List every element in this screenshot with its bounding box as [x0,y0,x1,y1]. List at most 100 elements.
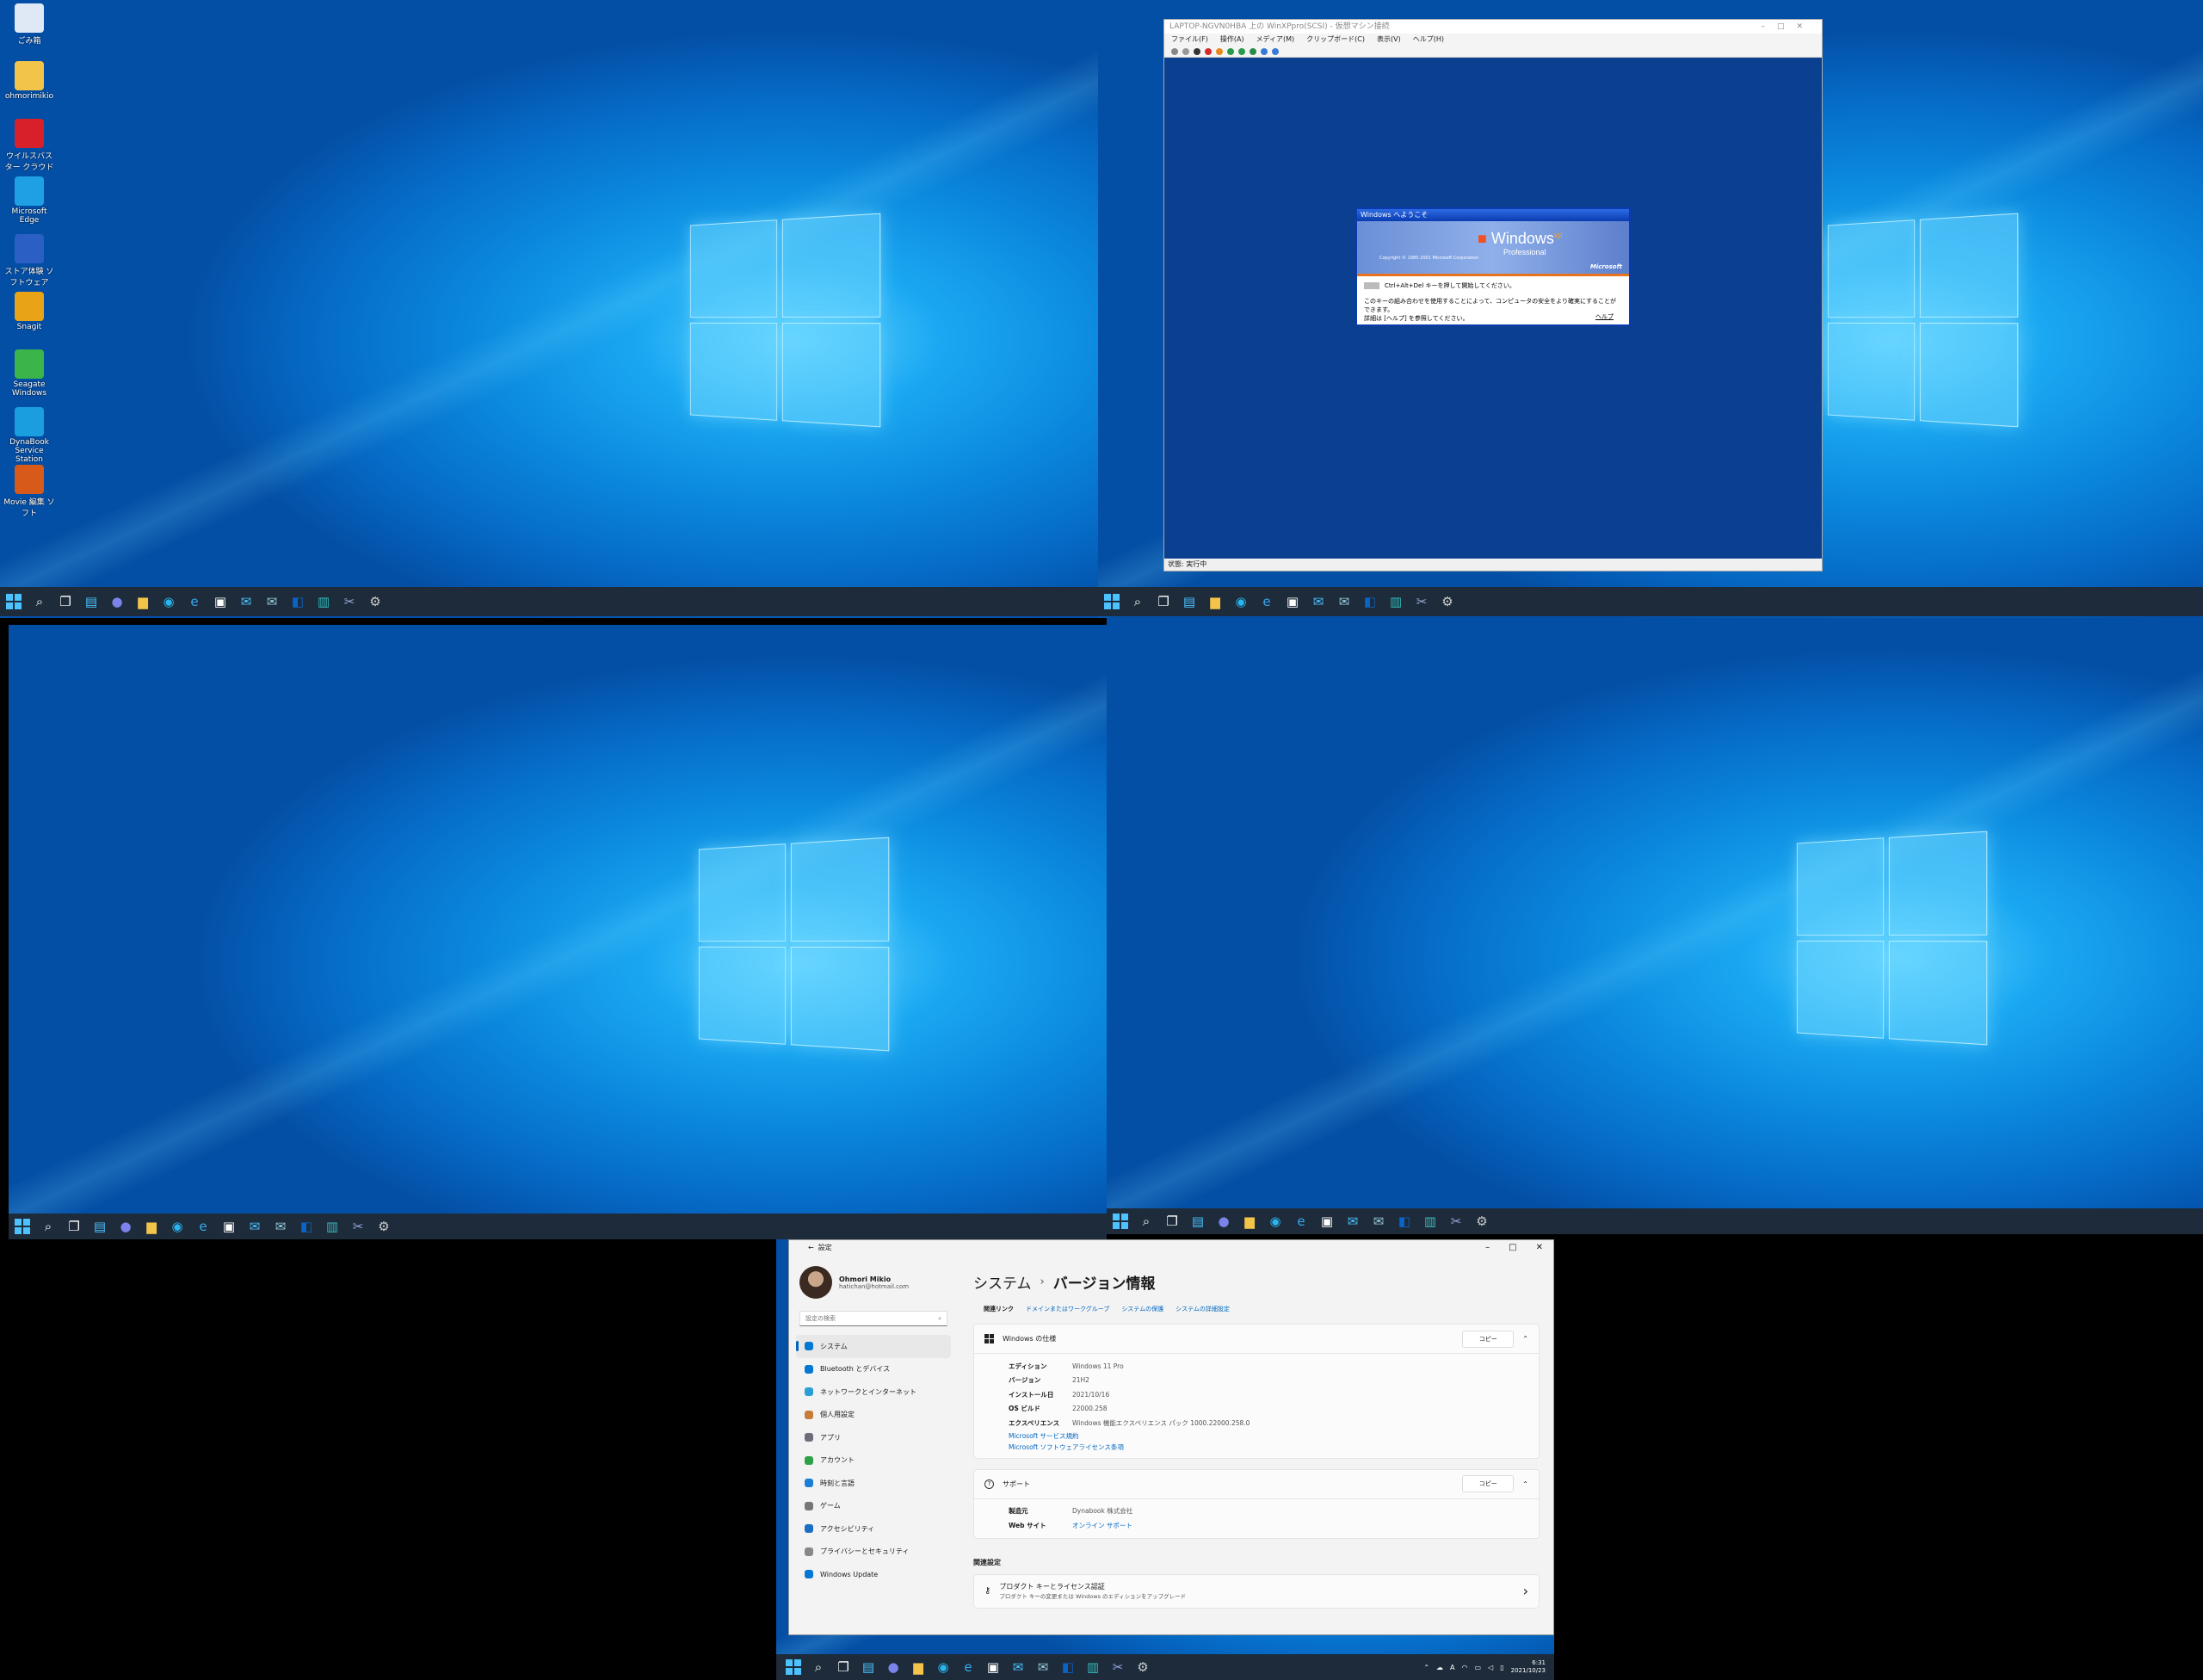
edge-icon[interactable]: ◉ [160,593,177,610]
link-advanced-system[interactable]: システムの詳細設定 [1176,1305,1230,1313]
outlook-icon[interactable]: ◧ [1059,1658,1077,1676]
desktop-icon[interactable]: ストア体験 ソフトウェア [3,234,55,287]
maximize-button[interactable]: □ [1509,1240,1516,1256]
chat-icon[interactable]: ● [108,593,126,610]
store-icon[interactable]: ▣ [1318,1213,1336,1230]
snip-icon[interactable]: ✂ [1447,1213,1465,1230]
wifi-icon[interactable]: ◠ [1462,1664,1468,1671]
settings-icon[interactable]: ⚙ [375,1218,392,1235]
sidebar-item[interactable]: アプリ [796,1426,951,1449]
chat-icon[interactable]: ● [117,1218,134,1235]
store-icon[interactable]: ▣ [212,593,229,610]
widgets-icon[interactable]: ▤ [83,593,100,610]
search-input[interactable]: 設定の検索 ⌕ [799,1311,947,1326]
start-button[interactable] [1103,593,1120,610]
vm-menu-item[interactable]: ファイル(F) [1171,34,1208,46]
ie-icon[interactable]: e [960,1658,977,1676]
mail-alt-icon[interactable]: ✉ [1370,1213,1387,1230]
breadcrumb-parent[interactable]: システム [973,1271,1032,1293]
file-explorer-icon[interactable]: ▆ [910,1658,927,1676]
app-icon[interactable]: ▥ [324,1218,341,1235]
sidebar-item[interactable]: 時刻と言語 [796,1472,951,1495]
file-explorer-icon[interactable]: ▆ [1241,1213,1258,1230]
store-icon[interactable]: ▣ [1284,593,1301,610]
vm-screen[interactable]: Windows へようこそ ■ Windowsxp Professional Co… [1164,58,1822,559]
widgets-icon[interactable]: ▤ [860,1658,877,1676]
sidebar-item[interactable]: ネットワークとインターネット [796,1380,951,1404]
sidebar-item[interactable]: プライバシーとセキュリティ [796,1541,951,1564]
mail-alt-icon[interactable]: ✉ [1336,593,1353,610]
chat-icon[interactable]: ● [885,1658,902,1676]
app-icon[interactable]: ▥ [1084,1658,1102,1676]
search-icon[interactable]: ⌕ [810,1658,827,1676]
ie-icon[interactable]: e [186,593,203,610]
settings-icon[interactable]: ⚙ [1439,593,1456,610]
vm-menu-item[interactable]: クリップボード(C) [1306,34,1365,46]
desktop-icon[interactable]: Seagate Windows [3,349,55,398]
task-view-icon[interactable]: ❐ [1155,593,1172,610]
settings-title-bar[interactable]: ← 設定 – □ ✕ [789,1240,1553,1256]
shutdown-icon[interactable] [1205,47,1212,55]
turnoff-icon[interactable] [1194,47,1200,55]
task-view-icon[interactable]: ❐ [835,1658,852,1676]
desktop-icon[interactable]: ウイルスバスター クラウド [3,119,55,172]
store-icon[interactable]: ▣ [220,1218,238,1235]
mail-icon[interactable]: ✉ [1310,593,1327,610]
search-icon[interactable]: ⌕ [1129,593,1146,610]
task-view-icon[interactable]: ❐ [1163,1213,1181,1230]
windows-spec-header[interactable]: Windows の仕様 コピー ⌃ [974,1325,1539,1354]
mail-icon[interactable]: ✉ [1009,1658,1027,1676]
task-view-icon[interactable]: ❐ [65,1218,83,1235]
vm-menu-item[interactable]: 操作(A) [1220,34,1244,46]
battery-icon[interactable]: ▯ [1500,1664,1503,1671]
desktop-icon[interactable]: ohmorimikio [3,61,55,101]
file-explorer-icon[interactable]: ▆ [143,1218,160,1235]
start-button[interactable] [785,1658,802,1676]
ctrl-alt-del-icon[interactable] [1171,47,1178,55]
widgets-icon[interactable]: ▤ [1189,1213,1206,1230]
desktop-icon[interactable]: Movie 編集 ソフト [3,465,55,518]
search-icon[interactable]: ⌕ [40,1218,57,1235]
outlook-icon[interactable]: ◧ [289,593,306,610]
copy-button[interactable]: コピー [1462,1330,1515,1348]
app-icon[interactable]: ▥ [1422,1213,1439,1230]
mail-alt-icon[interactable]: ✉ [263,593,281,610]
outlook-icon[interactable]: ◧ [1396,1213,1413,1230]
sidebar-item[interactable]: Windows Update [796,1563,951,1586]
service-terms-link[interactable]: Microsoft サービス規約 [1009,1430,1539,1442]
sidebar-item[interactable]: ゲーム [796,1495,951,1518]
snip-icon[interactable]: ✂ [1109,1658,1126,1676]
widgets-icon[interactable]: ▤ [1181,593,1198,610]
mail-alt-icon[interactable]: ✉ [1034,1658,1052,1676]
snip-icon[interactable]: ✂ [349,1218,367,1235]
resume-icon[interactable] [1238,47,1245,55]
edge-icon[interactable]: ◉ [1267,1213,1284,1230]
desktop-icon[interactable]: Microsoft Edge [3,176,55,225]
app-icon[interactable]: ▥ [1387,593,1404,610]
edge-icon[interactable]: ◉ [935,1658,952,1676]
online-support-link[interactable]: オンライン サポート [1072,1521,1132,1530]
edge-icon[interactable]: ◉ [1232,593,1250,610]
ie-icon[interactable]: e [1258,593,1275,610]
widgets-icon[interactable]: ▤ [91,1218,108,1235]
app-icon[interactable]: ▥ [315,593,332,610]
start-icon[interactable] [1182,47,1189,55]
window-controls[interactable]: –□✕ [1761,20,1822,34]
sidebar-item[interactable]: アカウント [796,1449,951,1473]
outlook-icon[interactable]: ◧ [1361,593,1379,610]
ie-icon[interactable]: e [194,1218,212,1235]
store-icon[interactable]: ▣ [984,1658,1002,1676]
pause-icon[interactable] [1227,47,1234,55]
desktop-icon[interactable]: ごみ箱 [3,3,55,46]
save-icon[interactable] [1216,47,1223,55]
chat-icon[interactable]: ● [1215,1213,1232,1230]
checkpoint-icon[interactable] [1261,47,1268,55]
desktop-icon[interactable]: DynaBook Service Station [3,407,55,464]
chevron-up-icon[interactable]: ⌃ [1522,1335,1528,1343]
user-card[interactable]: Ohmori Mikio hatichan@hotmail.com [796,1263,951,1307]
vm-connection-window[interactable]: LAPTOP-NGVN0HBA 上の WinXPpro(SCSI) - 仮想マシ… [1163,19,1823,571]
start-button[interactable] [14,1218,31,1235]
network-icon[interactable]: ▭ [1475,1664,1482,1671]
outlook-icon[interactable]: ◧ [298,1218,315,1235]
mail-icon[interactable]: ✉ [246,1218,263,1235]
